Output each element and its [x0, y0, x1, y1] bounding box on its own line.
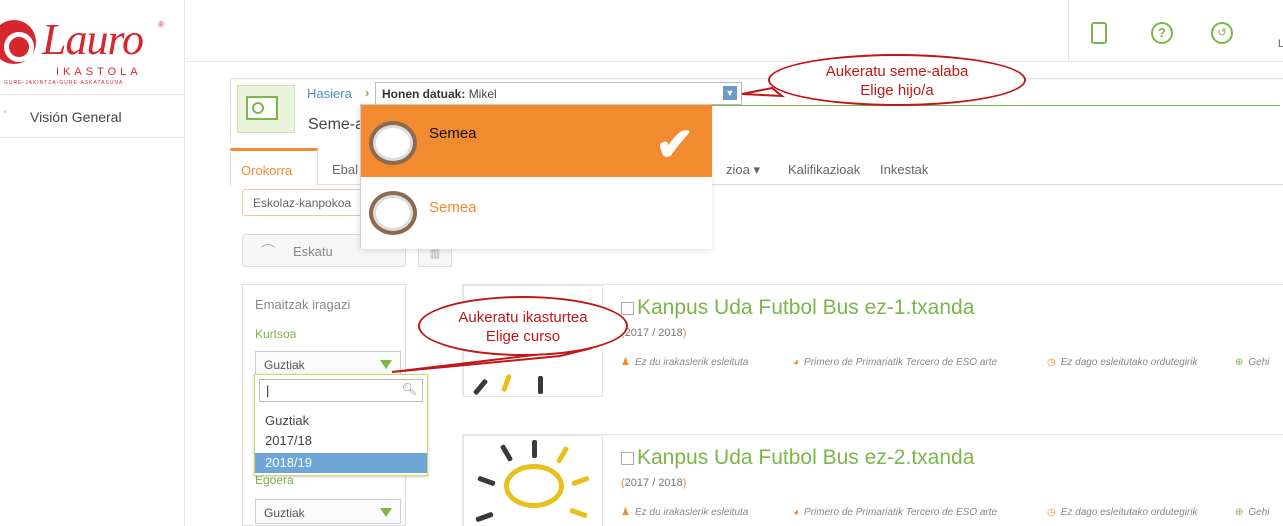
callout-select-child: Aukeratu seme-alaba Elige hijo/a: [768, 54, 1026, 106]
callout-select-year: Aukeratu ikasturtea Elige curso: [418, 296, 628, 356]
callout-line: Aukeratu seme-alaba: [825, 63, 969, 80]
callout-line: Aukeratu ikasturtea: [458, 309, 588, 326]
callout-line: Elige curso: [485, 328, 561, 345]
callout-line: Elige hijo/a: [860, 82, 934, 99]
page: Lauro ® IKASTOLA GURE-JAKINTZA-GURE-ASKA…: [0, 0, 1283, 526]
callout-tails: [391, 86, 786, 373]
